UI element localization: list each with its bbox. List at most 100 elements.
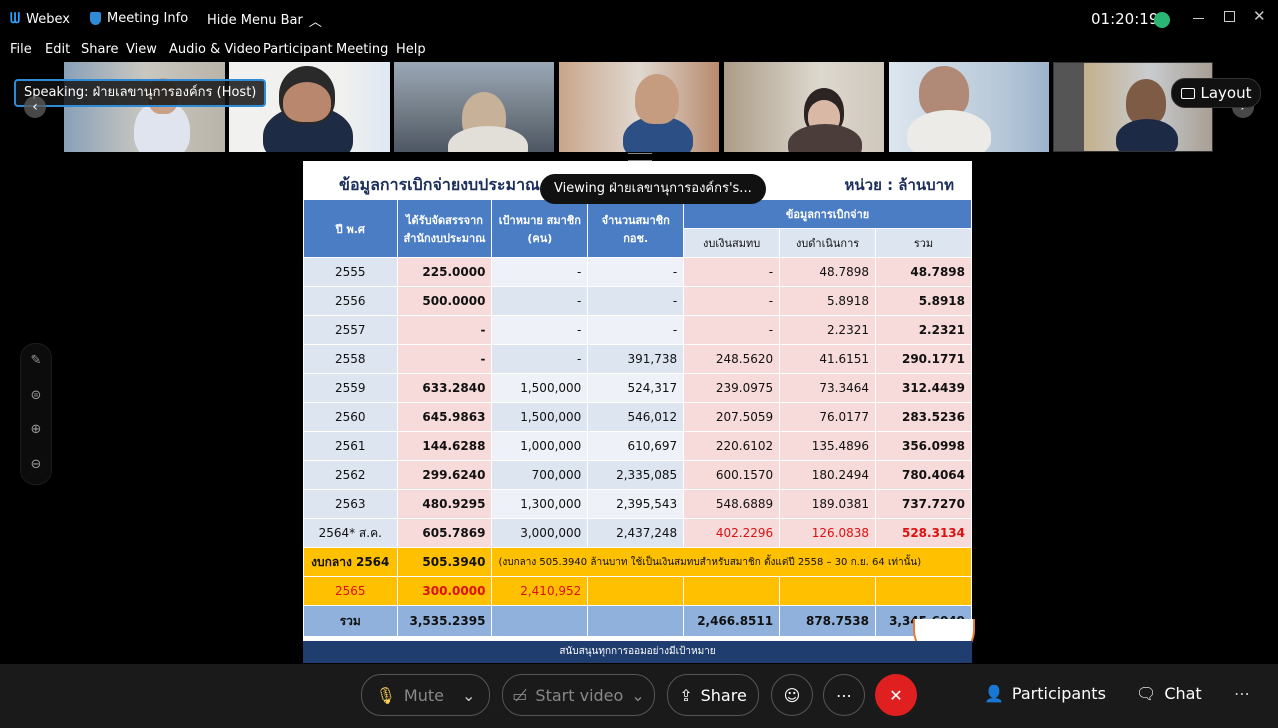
video-tile[interactable]	[559, 62, 719, 152]
alloc-cell: 480.9295	[396, 489, 493, 519]
table-row: 2556 500.0000- - -5.8918 5.8918	[303, 286, 973, 316]
meeting-info-button[interactable]: Meeting Info	[90, 11, 188, 26]
zoom-out-icon[interactable]: ⊖	[21, 457, 51, 472]
members-cell: 391,738	[587, 344, 685, 374]
table-row: 2562 299.6240 700,000 2,335,085 600.1570 180.…	[303, 460, 973, 490]
minimize-icon[interactable]	[1193, 18, 1204, 19]
members-cell: 524,317	[587, 373, 685, 403]
app-name: ᗯ Webex	[10, 11, 70, 27]
hide-menu-bar-button[interactable]: Hide Menu Bar ︿	[207, 11, 322, 30]
end-meeting-button[interactable]: ✕	[875, 674, 917, 716]
network-health-icon[interactable]	[1154, 12, 1170, 28]
year-cell: รวม	[303, 605, 398, 637]
layout-button[interactable]: Layout	[1171, 78, 1261, 108]
meeting-clock: 01:20:19	[1091, 10, 1159, 28]
note-cell: (งบกลาง 505.3940 ล้านบาท ใช้เป็นเงินสมทบ…	[491, 547, 972, 577]
menu-audio-video[interactable]: Audio & Video	[169, 42, 261, 57]
target-cell: -	[491, 344, 589, 374]
year-cell: 2558	[303, 344, 398, 374]
col-members-header: จำนวนสมาชิก กอช.	[587, 199, 685, 258]
menu-share[interactable]: Share	[81, 42, 119, 57]
video-tile[interactable]	[889, 62, 1049, 152]
sum-cell: 48.7898	[874, 257, 973, 287]
contrib-cell: 548.6889	[683, 489, 781, 519]
sum-cell: 737.7270	[874, 489, 973, 519]
video-off-icon: ▭̸	[512, 685, 528, 705]
ops-cell: 5.8918	[779, 286, 876, 316]
members-cell	[587, 576, 685, 606]
year-cell: 2560	[303, 402, 398, 432]
ops-cell: 48.7898	[779, 257, 876, 287]
layout-icon	[1180, 87, 1195, 99]
remote-control-icon[interactable]: ⊜	[21, 388, 51, 403]
video-tile[interactable]	[394, 62, 554, 152]
drag-handle[interactable]	[628, 153, 652, 161]
close-icon[interactable]: ✕	[1253, 7, 1266, 25]
menu-edit[interactable]: Edit	[45, 42, 70, 57]
shield-icon	[90, 12, 101, 25]
alloc-cell: 633.2840	[396, 373, 493, 403]
video-tile[interactable]	[64, 62, 225, 152]
mute-button[interactable]: 🎙 Mute ⌄	[361, 674, 490, 716]
ops-cell: 878.7538	[779, 605, 876, 637]
participants-button[interactable]: 👤 Participants	[984, 684, 1106, 703]
col-sum-header: รวม	[874, 228, 973, 258]
start-video-button[interactable]: ▭̸ Start video ⌄	[502, 674, 655, 716]
share-button[interactable]: ⇪ Share	[667, 674, 759, 716]
ops-cell	[779, 576, 876, 606]
table-row-central-budget: งบกลาง 2564 505.3940 (งบกลาง 505.3940 ล้าน…	[303, 547, 972, 577]
table-row: 2558- -391,738 248.5620 41.6151 290.1771	[303, 344, 973, 374]
alloc-cell: 505.3940	[396, 547, 493, 577]
ops-cell: 135.4896	[779, 431, 876, 461]
contrib-cell: 600.1570	[683, 460, 781, 490]
alloc-cell: -	[396, 315, 493, 345]
members-cell: 2,395,543	[587, 489, 685, 519]
year-cell: งบกลาง 2564	[303, 547, 398, 577]
col-alloc-header: ได้รับจัดสรรจาก สำนักงบประมาณ	[396, 199, 493, 258]
members-cell: -	[587, 286, 685, 316]
sum-cell: 312.4439	[874, 373, 973, 403]
zoom-in-icon[interactable]: ⊕	[21, 422, 51, 437]
sum-cell: 780.4064	[874, 460, 973, 490]
pen-icon[interactable]: ✎	[21, 353, 51, 368]
members-cell	[587, 605, 685, 637]
chevron-down-icon[interactable]: ⌄	[462, 686, 475, 705]
menu-meeting[interactable]: Meeting	[336, 42, 388, 57]
alloc-cell: -	[396, 344, 493, 374]
contrib-cell: 239.0975	[683, 373, 781, 403]
menu-help[interactable]: Help	[396, 42, 426, 57]
title-bar: ᗯ Webex Meeting Info Hide Menu Bar ︿ 01:…	[0, 0, 1278, 40]
more-panels-icon[interactable]: ⋯	[1234, 684, 1250, 703]
more-options-icon[interactable]: ⋯	[823, 674, 865, 716]
menu-view[interactable]: View	[126, 42, 157, 57]
chevron-left-icon[interactable]: ‹	[24, 96, 46, 118]
year-cell: 2557	[303, 315, 398, 345]
close-icon: ✕	[889, 685, 903, 705]
video-tile[interactable]	[724, 62, 884, 152]
alloc-cell: 300.0000	[396, 576, 493, 606]
chevron-down-icon[interactable]: ⌄	[631, 686, 644, 705]
sum-cell: 290.1771	[874, 344, 973, 374]
table-row: 2563 480.9295 1,300,000 2,395,543 548.6889 18…	[303, 489, 973, 519]
sum-cell: 283.5236	[874, 402, 973, 432]
col-ops-header: งบดำเนินการ	[779, 228, 876, 258]
target-cell: -	[491, 315, 589, 345]
maximize-icon[interactable]	[1224, 11, 1235, 22]
col-target-header: เป้าหมาย สมาชิก (คน)	[491, 199, 589, 258]
active-speaker-label: Speaking: ฝ่ายเลขานุการองค์กร (Host)	[14, 79, 267, 107]
video-tile[interactable]	[229, 62, 390, 152]
target-cell: 1,300,000	[491, 489, 589, 519]
annotation-toolbar: ✎ ⊜ ⊕ ⊖	[20, 343, 52, 485]
chat-button[interactable]: 🗨 Chat	[1136, 684, 1202, 703]
reactions-icon[interactable]: ☺	[771, 674, 813, 716]
year-cell: 2562	[303, 460, 398, 490]
menu-file[interactable]: File	[10, 42, 32, 57]
chevron-up-icon: ︿	[308, 15, 322, 30]
contrib-cell: -	[683, 257, 781, 287]
contrib-cell: 220.6102	[683, 431, 781, 461]
table-row: 2555 225.0000- - -48.7898 48.7898	[303, 257, 973, 287]
viewing-tooltip: Viewing ฝ่ายเลขานุการองค์กร's...	[540, 174, 766, 204]
target-cell	[491, 605, 589, 637]
webex-logo-icon: ᗯ	[10, 11, 21, 27]
menu-participant[interactable]: Participant	[263, 42, 333, 57]
